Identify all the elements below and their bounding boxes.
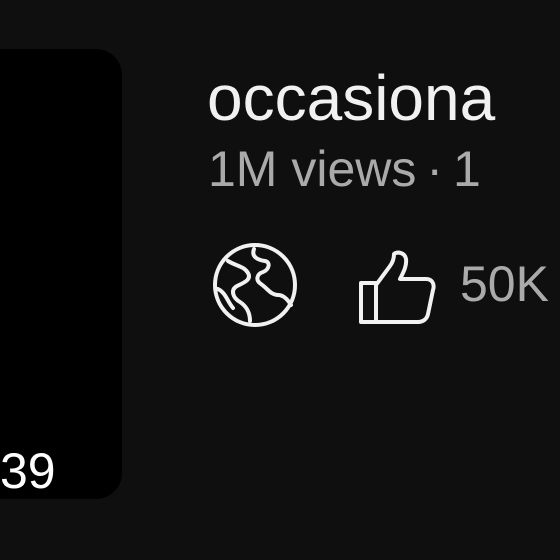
- thumbs-up-icon: [359, 250, 436, 324]
- metadata-separator: ·: [426, 141, 444, 197]
- video-title[interactable]: occasiona: [207, 62, 495, 134]
- view-count: 1M views: [208, 141, 417, 197]
- video-thumbnail[interactable]: 39: [0, 49, 122, 499]
- video-list-item[interactable]: 39 occasiona 1M views · 1 50K: [0, 0, 560, 560]
- upload-age: 1: [453, 141, 481, 197]
- like-count: 50K: [460, 256, 549, 312]
- globe-icon: [213, 243, 297, 327]
- video-duration: 39: [0, 443, 56, 499]
- video-metadata: 1M views · 1: [208, 140, 481, 198]
